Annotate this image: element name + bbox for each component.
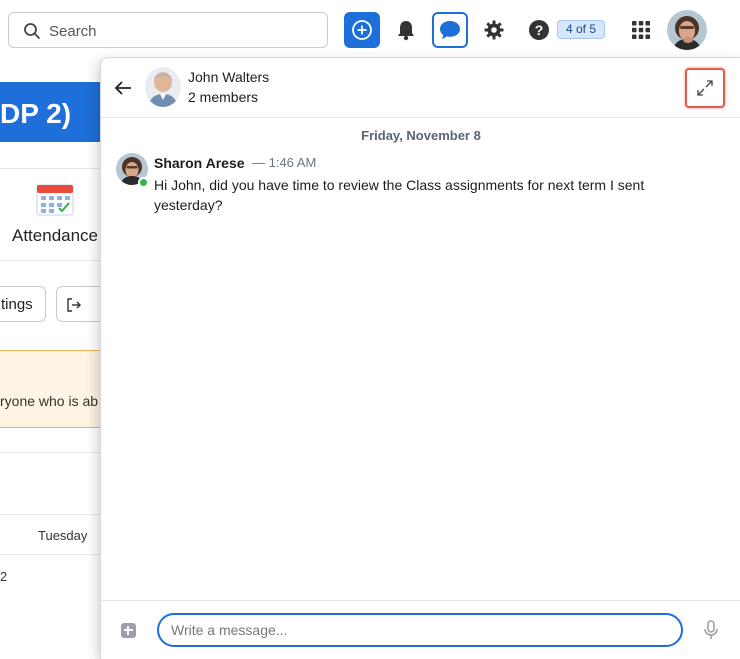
search-placeholder[interactable]: Search [49, 23, 97, 40]
expand-button[interactable] [685, 68, 725, 108]
add-icon [352, 20, 372, 40]
chat-button[interactable] [432, 12, 468, 48]
help-button[interactable]: ? [521, 12, 557, 48]
message-text: Hi John, did you have time to review the… [154, 177, 645, 213]
message-composer [101, 600, 740, 659]
divider [0, 168, 110, 169]
notifications-button[interactable] [388, 12, 424, 48]
date-separator: Friday, November 8 [361, 128, 481, 143]
pagination-badge[interactable]: 4 of 5 [557, 20, 606, 39]
add-button[interactable] [344, 12, 380, 48]
apps-button[interactable] [623, 12, 659, 48]
export-icon [67, 298, 81, 312]
settings-button-partial[interactable]: tings [0, 286, 46, 322]
page-banner-title: DP 2) [0, 98, 72, 129]
calendar-icon [36, 184, 74, 216]
settings-button-label: tings [1, 296, 33, 313]
bell-icon [398, 21, 414, 41]
warning-banner: ryone who is ab [0, 350, 110, 428]
divider [0, 554, 110, 555]
attendance-label: Attendance [12, 226, 99, 245]
help-icon: ? [529, 20, 549, 40]
chat-icon [440, 21, 460, 39]
user-avatar[interactable] [667, 10, 707, 50]
contact-avatar [145, 67, 181, 107]
contact-name: John Walters [188, 69, 270, 85]
member-count: 2 members [188, 89, 259, 105]
settings-button[interactable] [476, 12, 512, 48]
expand-icon [697, 80, 713, 96]
gear-icon [484, 20, 504, 40]
chat-header: John Walters 2 members [101, 58, 740, 118]
message-author[interactable]: Sharon Arese [154, 155, 245, 171]
top-bar: Search ? 4 of 5 [0, 0, 740, 60]
search-icon [24, 23, 40, 39]
divider [0, 452, 110, 453]
contact-avatar-image [145, 67, 181, 107]
microphone-icon[interactable] [701, 619, 721, 641]
chat-panel: John Walters 2 members Friday, November … [100, 57, 740, 659]
svg-text:?: ? [535, 22, 544, 38]
table-cell: 2 [0, 569, 8, 584]
message-timestamp: — 1:46 AM [252, 155, 317, 170]
divider [0, 260, 110, 261]
back-arrow-icon[interactable] [113, 78, 133, 98]
apps-grid-icon [632, 21, 650, 39]
warning-text: ryone who is ab [0, 393, 99, 409]
column-header-tuesday: Tuesday [38, 528, 88, 543]
user-avatar-image [667, 10, 707, 50]
online-status-indicator [138, 177, 149, 188]
attach-plus-icon[interactable] [121, 623, 136, 638]
message-input[interactable] [157, 613, 683, 647]
search-box[interactable]: Search [8, 12, 328, 48]
divider [0, 514, 110, 515]
